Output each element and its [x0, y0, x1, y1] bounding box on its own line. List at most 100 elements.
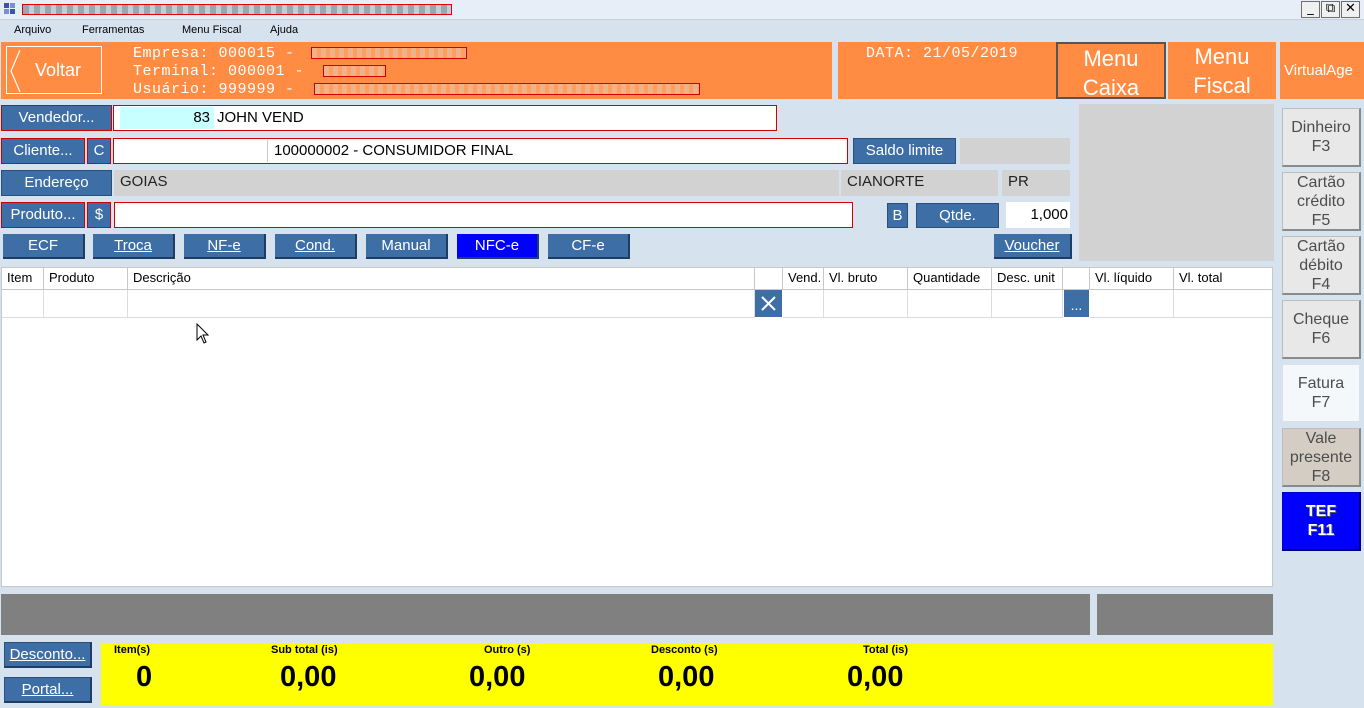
- uf-field: PR: [1002, 170, 1070, 196]
- cell-quantidade[interactable]: [908, 290, 992, 318]
- cell-desc-unit[interactable]: [992, 290, 1063, 318]
- cliente-c-button[interactable]: C: [87, 138, 111, 164]
- cartao-debito-line1: Cartão: [1296, 237, 1346, 255]
- produto-button[interactable]: Produto...: [1, 202, 85, 228]
- empresa-name-redacted: [311, 47, 467, 59]
- outro-value: 0,00: [469, 661, 526, 693]
- vendedor-code-input[interactable]: 83: [120, 107, 214, 129]
- cell-produto[interactable]: [44, 290, 128, 318]
- cell-vl-liquido[interactable]: [1090, 290, 1174, 318]
- tab-cfe[interactable]: CF-e: [548, 234, 630, 259]
- usuario-name-redacted: [314, 83, 700, 95]
- tab-nfe[interactable]: NF-e: [184, 234, 266, 259]
- qtde-input[interactable]: 1,000: [1006, 202, 1070, 228]
- total-label: Total (is): [863, 644, 909, 656]
- dinheiro-line1: Dinheiro: [1291, 119, 1351, 136]
- dinheiro-f3-button[interactable]: Dinheiro F3: [1282, 108, 1361, 167]
- vale-presente-f8-button[interactable]: Vale presente F8: [1282, 428, 1361, 487]
- produto-dollar-button[interactable]: $: [87, 202, 111, 228]
- menu-ferramentas[interactable]: Ferramentas: [82, 24, 144, 36]
- cartao-credito-line1: Cartão: [1296, 173, 1346, 191]
- itens-value: 0: [136, 661, 153, 693]
- b-button[interactable]: B: [887, 203, 908, 228]
- cell-item[interactable]: [2, 290, 44, 318]
- tab-manual[interactable]: Manual: [366, 234, 448, 259]
- menu-ajuda[interactable]: Ajuda: [270, 24, 298, 36]
- virtualage-button[interactable]: VirtualAge: [1280, 42, 1364, 99]
- menu-caixa-line2: Caixa: [1082, 75, 1140, 100]
- close-icon[interactable]: ✕: [1341, 1, 1360, 18]
- vale-presente-line3: F8: [1311, 467, 1331, 485]
- cartao-debito-line2: débito: [1299, 256, 1343, 274]
- app-icon: [4, 3, 18, 17]
- cliente-button[interactable]: Cliente...: [1, 138, 85, 164]
- col-extra[interactable]: [1063, 268, 1090, 290]
- col-vl-total[interactable]: Vl. total: [1174, 268, 1272, 290]
- tef-line1: TEF: [1305, 503, 1337, 520]
- fatura-line1: Fatura: [1297, 375, 1345, 392]
- cartao-debito-f4-button[interactable]: Cartão débito F4: [1282, 236, 1361, 295]
- menu-menu-fiscal[interactable]: Menu Fiscal: [182, 24, 241, 36]
- endereco-field: GOIAS: [114, 170, 839, 196]
- vale-presente-line1: Vale: [1305, 429, 1337, 447]
- col-vend[interactable]: Vend.: [783, 268, 824, 290]
- cartao-debito-line3: F4: [1311, 275, 1331, 293]
- status-panel-left: [1, 594, 1090, 635]
- saldo-limite-button[interactable]: Saldo limite: [853, 138, 956, 164]
- cheque-line1: Cheque: [1292, 311, 1350, 328]
- tab-nfce[interactable]: NFC-e: [457, 234, 539, 259]
- tab-ecf[interactable]: ECF: [3, 234, 85, 259]
- outro-label: Outro (s): [484, 644, 531, 656]
- portal-button[interactable]: Portal...: [4, 677, 92, 703]
- cliente-name: 100000002 - CONSUMIDOR FINAL: [274, 142, 514, 159]
- desconto-total-label: Desconto (s): [651, 644, 718, 656]
- cartao-credito-line2: crédito: [1296, 192, 1346, 210]
- cell-vl-total[interactable]: [1174, 290, 1272, 318]
- produto-input[interactable]: [114, 202, 853, 228]
- cheque-line2: F6: [1311, 330, 1331, 347]
- endereco-button[interactable]: Endereço: [1, 170, 112, 196]
- menu-arquivo[interactable]: Arquivo: [14, 24, 51, 36]
- cell-vend[interactable]: [783, 290, 824, 318]
- items-grid[interactable]: Item Produto Descrição Vend. Vl. bruto Q…: [1, 267, 1273, 587]
- menu-fiscal-line1: Menu: [1194, 44, 1250, 69]
- tef-f11-button[interactable]: TEF F11: [1282, 492, 1361, 551]
- minimize-icon[interactable]: _: [1301, 1, 1320, 18]
- discount-detail-button[interactable]: ...: [1064, 290, 1089, 317]
- cliente-code-input[interactable]: [118, 140, 268, 162]
- col-quantidade[interactable]: Quantidade: [908, 268, 992, 290]
- cell-vl-bruto[interactable]: [824, 290, 908, 318]
- tab-troca[interactable]: Troca: [93, 234, 175, 259]
- restore-icon[interactable]: ⧉: [1321, 1, 1340, 18]
- menu-caixa-button[interactable]: Menu Caixa: [1056, 42, 1166, 100]
- menu-fiscal-button[interactable]: Menu Fiscal: [1168, 42, 1276, 99]
- menu-caixa-line1: Menu: [1083, 46, 1139, 71]
- col-vl-liquido[interactable]: Vl. líquido: [1090, 268, 1174, 290]
- photo-panel: [1079, 104, 1274, 261]
- col-desc-unit[interactable]: Desc. unit: [992, 268, 1063, 290]
- vale-presente-line2: presente: [1289, 448, 1353, 466]
- chevron-left-icon: [10, 49, 21, 93]
- vendedor-name: JOHN VEND: [217, 109, 304, 126]
- desconto-total-value: 0,00: [658, 661, 715, 693]
- col-produto[interactable]: Produto: [44, 268, 128, 290]
- col-item[interactable]: Item: [2, 268, 44, 290]
- tef-line2: F11: [1307, 522, 1335, 539]
- tab-cond[interactable]: Cond.: [275, 234, 357, 259]
- voucher-button[interactable]: Voucher: [994, 234, 1072, 259]
- total-value: 0,00: [847, 661, 904, 693]
- col-descricao[interactable]: Descrição: [128, 268, 755, 290]
- qtde-button[interactable]: Qtde.: [916, 203, 999, 228]
- terminal-label: Terminal: 000001 -: [133, 63, 305, 80]
- col-vl-bruto[interactable]: Vl. bruto: [824, 268, 908, 290]
- mouse-cursor-icon: [196, 323, 210, 344]
- cell-descricao[interactable]: [128, 290, 755, 318]
- dinheiro-line2: F3: [1311, 138, 1331, 155]
- delete-item-button[interactable]: [755, 290, 782, 317]
- cheque-f6-button[interactable]: Cheque F6: [1282, 300, 1361, 359]
- cartao-credito-f5-button[interactable]: Cartão crédito F5: [1282, 172, 1361, 231]
- desconto-button[interactable]: Desconto...: [4, 642, 92, 668]
- vendedor-button[interactable]: Vendedor...: [1, 105, 112, 131]
- col-delete[interactable]: [755, 268, 783, 290]
- fatura-f7-button[interactable]: Fatura F7: [1282, 364, 1361, 423]
